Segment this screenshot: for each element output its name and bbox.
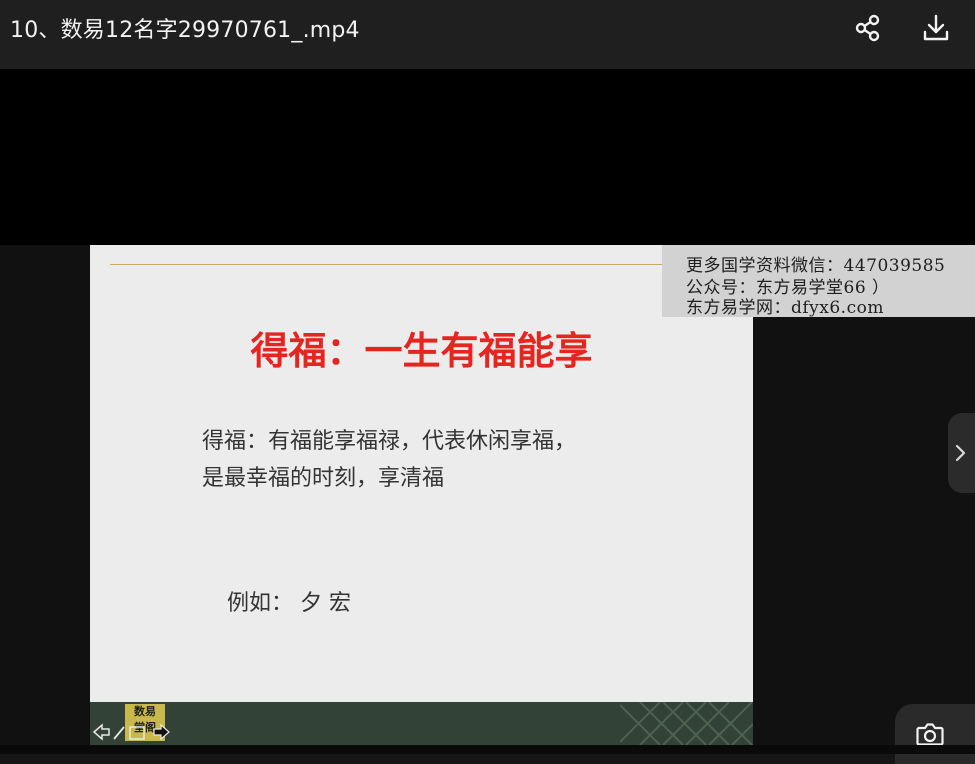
slide-example: 例如： 夕 宏 (227, 591, 351, 616)
download-icon[interactable] (921, 13, 951, 43)
slide-footer: 数易 堂阁 (90, 702, 753, 745)
watermark-overlay: 更多国学资料微信：447039585 公众号：东方易学堂66 ） 东方易学网：d… (662, 245, 975, 318)
slide-nav-icons (92, 723, 170, 741)
share-icon[interactable] (853, 13, 883, 43)
video-title: 10、数易12名字29970761_.mp4 (10, 18, 360, 43)
slide: 得福：一生有福能享 得福：有福能享福禄，代表休闲享福， 是最幸福的时刻，享清福 … (90, 245, 753, 745)
screenshot-button[interactable] (895, 704, 975, 764)
footer-logo-text: 数易 (134, 705, 156, 718)
watermark-line: 东方易学网：dfyx6.com (686, 298, 884, 318)
slide-body-line: 得福：有福能享福禄，代表休闲享福， (202, 429, 577, 454)
slide-title: 得福：一生有福能享 (250, 329, 593, 373)
bottom-strip (0, 745, 975, 754)
footer-pattern (620, 702, 753, 745)
slide-body-line: 是最幸福的时刻，享清福 (202, 466, 445, 491)
camera-icon (916, 723, 944, 746)
chevron-right-icon (955, 444, 966, 462)
top-bar: 10、数易12名字29970761_.mp4 (0, 0, 975, 69)
slide-body: 得福：有福能享福禄，代表休闲享福， 是最幸福的时刻，享清福 (202, 423, 576, 497)
slide-divider (110, 264, 670, 265)
next-button[interactable] (948, 413, 975, 493)
